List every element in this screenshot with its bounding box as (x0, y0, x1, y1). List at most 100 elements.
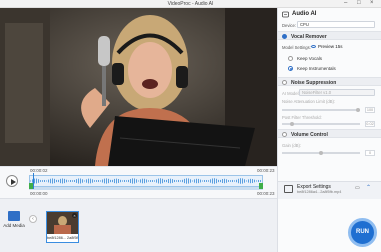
trim-track[interactable] (29, 187, 263, 190)
trim-end-handle[interactable] (259, 183, 263, 189)
maximize-icon[interactable]: □ (357, 0, 361, 7)
waveform-bar (192, 180, 193, 182)
total-time: 00:00:23 (257, 168, 275, 173)
waveform-bar (78, 178, 79, 184)
expand-icon[interactable]: ⌃ (366, 184, 371, 191)
playhead[interactable] (33, 173, 34, 189)
noise-suppression-toggle[interactable] (282, 80, 287, 85)
attenuation-slider[interactable] (282, 109, 360, 111)
waveform-bar (144, 178, 145, 184)
waveform-bar (140, 179, 141, 183)
waveform-bar (44, 180, 45, 182)
export-icon (284, 185, 293, 193)
waveform-bar (196, 178, 197, 184)
waveform-bar (222, 178, 223, 184)
video-preview[interactable] (0, 8, 277, 166)
remove-media-icon[interactable]: × (72, 213, 77, 218)
waveform-bar (194, 179, 195, 183)
play-button[interactable] (6, 175, 18, 187)
panel-title: Audio AI (292, 11, 317, 17)
waveform-bar (242, 178, 243, 184)
waveform-bar (84, 180, 85, 182)
waveform-bar (256, 180, 257, 182)
waveform-bar (110, 179, 111, 183)
minimize-icon[interactable]: – (344, 0, 347, 7)
waveform-bar (156, 179, 157, 183)
waveform-bar (180, 180, 181, 182)
waveform-bar (56, 179, 57, 183)
waveform-bar (30, 180, 31, 182)
ai-model-select[interactable]: NoiseFilter v1.0 (299, 89, 375, 96)
waveform-bar (114, 178, 115, 184)
gain-slider-knob[interactable] (319, 151, 323, 155)
waveform-bar (68, 180, 69, 182)
add-media-button[interactable]: Add Media (2, 211, 26, 228)
waveform-bar (224, 178, 225, 184)
waveform-bar (246, 180, 247, 182)
vocal-remover-toggle[interactable] (282, 34, 287, 39)
waveform-bar (152, 180, 153, 182)
waveform-bar (64, 178, 65, 184)
ai-model-label: AI Model: (282, 91, 300, 96)
audio-ai-icon (282, 11, 289, 18)
video-frame (0, 8, 277, 166)
waveform-bar (52, 178, 53, 184)
waveform-bar (182, 179, 183, 183)
threshold-slider-knob[interactable] (290, 122, 294, 126)
waveform-bar (124, 179, 125, 183)
noise-suppression-title: Noise Suppression (291, 79, 337, 86)
volume-control-toggle[interactable] (282, 132, 287, 137)
noise-suppression-section[interactable]: Noise Suppression (278, 77, 381, 86)
preview-button[interactable]: Preview 15s (311, 43, 343, 50)
waveform-bar (178, 179, 179, 183)
threshold-value[interactable]: 0.02 (365, 121, 375, 127)
waveform-bar (134, 178, 135, 184)
waveform-bar (234, 180, 235, 182)
add-media-label: Add Media (3, 223, 25, 228)
waveform-bar (200, 179, 201, 183)
volume-control-title: Volume Control (291, 131, 328, 138)
waveform-bar (122, 180, 123, 182)
keep-vocals-label: Keep Vocals (297, 56, 323, 61)
waveform-bar (148, 180, 149, 182)
waveform-bar (254, 179, 255, 183)
device-select[interactable]: CPU (297, 21, 375, 28)
media-prev-button[interactable]: ‹ (29, 215, 37, 223)
audio-waveform[interactable] (29, 175, 263, 187)
export-file-name: be8f1286a4...2a8f5fb.mp4 (297, 190, 342, 194)
waveform-bar (42, 180, 43, 182)
waveform-bar (46, 180, 47, 182)
waveform-bar (186, 178, 187, 184)
waveform-bar (190, 179, 191, 183)
attenuation-slider-knob[interactable] (356, 108, 360, 112)
volume-control-section[interactable]: Volume Control (278, 129, 381, 138)
keep-vocals-radio[interactable] (288, 56, 293, 61)
waveform-bar (172, 179, 173, 183)
threshold-label: Post Filter Threshold: (282, 115, 322, 120)
waveform-bar (120, 179, 121, 183)
attenuation-label: Noise Attenuation Limit (dB): (282, 99, 336, 104)
waveform-bar (40, 180, 41, 182)
waveform-bar (168, 178, 169, 184)
waveform-bar (188, 178, 189, 184)
export-folder-icon[interactable]: ▭ (355, 185, 360, 191)
close-icon[interactable]: × (370, 0, 374, 7)
media-thumbnail[interactable]: be8f1286... 2a8f5fb × (46, 211, 79, 243)
waveform-graphic (30, 178, 261, 184)
thumbnail-name: be8f1286... 2a8f5fb (47, 236, 78, 240)
waveform-bar (106, 178, 107, 184)
gain-value[interactable]: 0 (365, 150, 375, 156)
run-button[interactable]: RUN (348, 218, 377, 247)
keep-instrumentals-radio[interactable] (288, 66, 293, 71)
vocal-remover-section[interactable]: Vocal Remover (278, 31, 381, 40)
device-label: Device: (282, 23, 296, 28)
gain-label: Gain (dB): (282, 143, 302, 148)
waveform-bar (240, 178, 241, 184)
attenuation-value[interactable]: 100 (365, 107, 375, 113)
eye-icon (311, 45, 316, 49)
waveform-bar (72, 180, 73, 182)
waveform-bar (164, 179, 165, 183)
waveform-bar (166, 179, 167, 183)
waveform-bar (214, 178, 215, 184)
window-title: VideoProc - Audio AI (167, 1, 214, 7)
